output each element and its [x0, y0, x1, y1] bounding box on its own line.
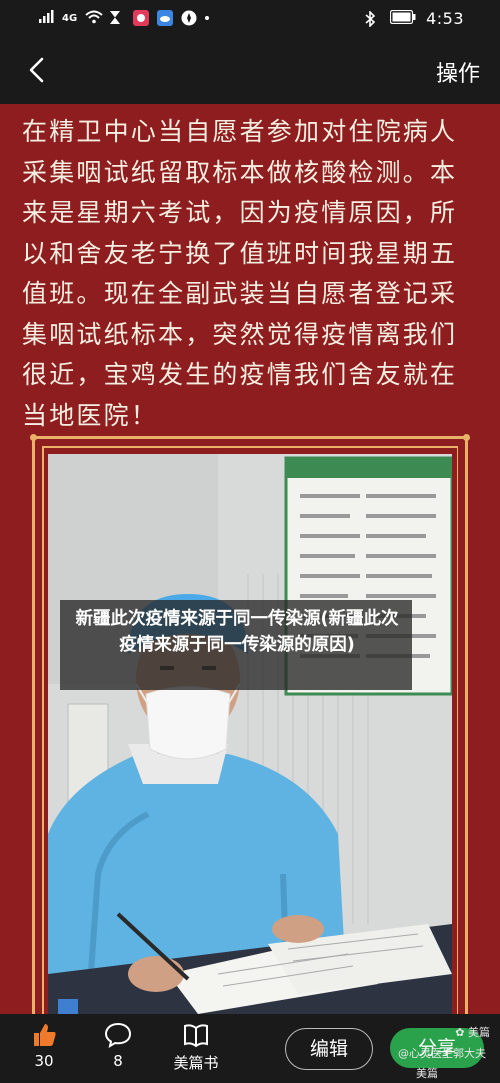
top-nav-bar: 操作	[0, 38, 500, 104]
article-photo[interactable]	[48, 454, 452, 1014]
cloud-app-icon	[157, 10, 174, 26]
bottom-toolbar: 30 8 美篇书 编辑 分享 ✿ 美篇 @心灵医生郭大夫 美篇号:6813191	[0, 1014, 500, 1083]
hourglass-icon	[109, 10, 125, 26]
comment-count: 8	[113, 1052, 123, 1070]
comment-button[interactable]: 8	[88, 1022, 148, 1070]
chevron-left-icon	[29, 57, 44, 83]
action-menu-button[interactable]: 操作	[436, 56, 480, 88]
meipian-logo-icon: ✿	[455, 1026, 465, 1039]
status-bar: 4G 4:53	[0, 0, 500, 38]
more-dot	[205, 16, 210, 20]
back-button[interactable]	[20, 52, 56, 88]
wifi-icon	[85, 10, 103, 26]
clock-time: 4:53	[426, 9, 464, 28]
bluetooth-icon	[364, 9, 380, 28]
comment-icon	[104, 1022, 132, 1048]
watermark-author: @心灵医生郭大夫	[398, 1047, 486, 1060]
title-overlay: 新疆此次疫情来源于同一传染源(新疆此次疫情来源于同一传染源的原因)	[60, 600, 412, 690]
signal-icon	[38, 10, 54, 26]
article-paragraph: 在精卫中心当自愿者参加对住院病人采集咽试纸留取标本做核酸检测。本来是星期六考试，…	[22, 117, 458, 430]
book-label: 美篇书	[173, 1054, 219, 1072]
app-notification-icon	[133, 10, 150, 26]
watermark-brand: ✿ 美篇	[455, 1024, 490, 1040]
watermark-id: 美篇号:6813191	[416, 1067, 438, 1080]
like-count: 30	[34, 1052, 54, 1070]
meipian-book-button[interactable]: 美篇书	[160, 1022, 232, 1073]
thumbs-up-icon	[34, 1024, 56, 1046]
edit-button[interactable]: 编辑	[285, 1028, 373, 1070]
network-type: 4G	[62, 12, 78, 24]
like-button[interactable]: 30	[14, 1022, 74, 1070]
app-screen: 4G 4:53 操作 在精卫中心当自愿者参加对住院病人采集咽试纸留取标本做核酸检…	[0, 0, 500, 1083]
watermark-brand-text: 美篇	[468, 1026, 490, 1039]
battery-icon	[389, 9, 416, 28]
book-icon	[184, 1024, 208, 1048]
compass-app-icon	[181, 10, 197, 26]
article-body: 在精卫中心当自愿者参加对住院病人采集咽试纸留取标本做核酸检测。本来是星期六考试，…	[0, 104, 500, 1036]
doctor-photo-illustration	[48, 454, 452, 1014]
overlay-caption: 新疆此次疫情来源于同一传染源(新疆此次疫情来源于同一传染源的原因)	[75, 609, 399, 655]
